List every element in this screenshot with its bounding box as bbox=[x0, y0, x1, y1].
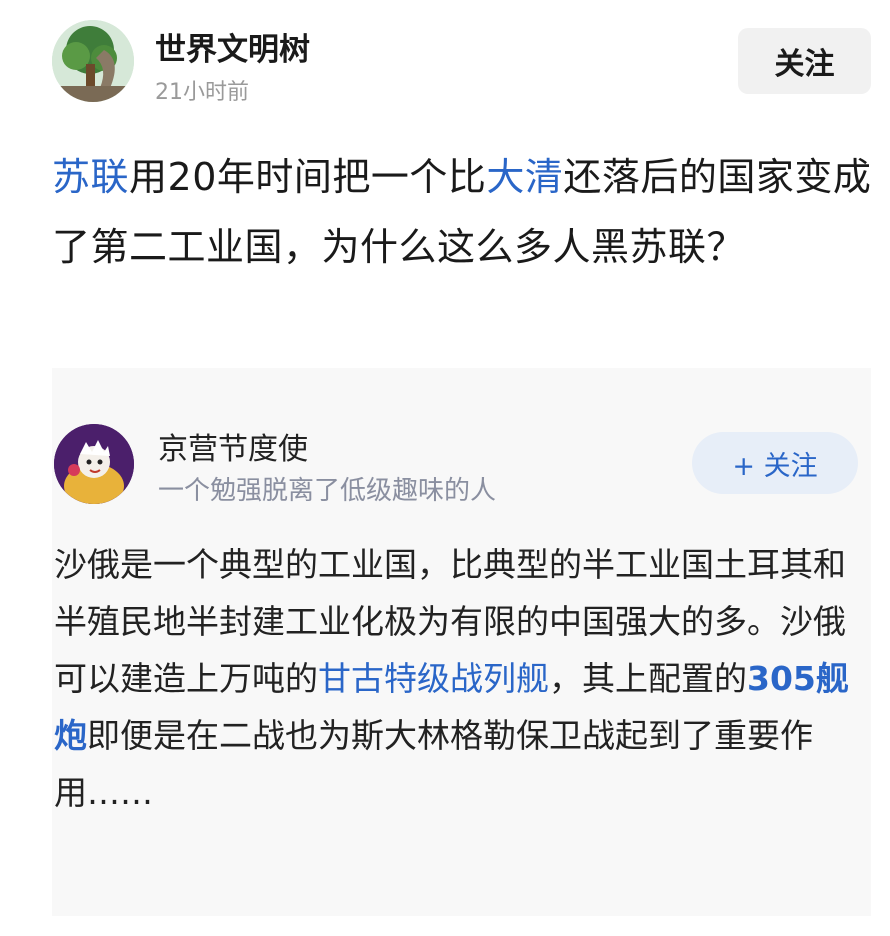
question-title[interactable]: 苏联用20年时间把一个比大清还落后的国家变成了第二工业国，为什么这么多人黑苏联？ bbox=[52, 142, 872, 282]
tree-avatar-icon[interactable] bbox=[52, 20, 134, 102]
cartoon-avatar-icon[interactable] bbox=[54, 424, 134, 504]
answer-body-2: ，其上配置的 bbox=[549, 659, 747, 698]
follow-button[interactable]: 关注 bbox=[738, 28, 871, 94]
answer-card[interactable]: 京营节度使 一个勉强脱离了低级趣味的人 + 关注 沙俄是一个典型的工业国，比典型… bbox=[52, 368, 871, 916]
title-text: 用20年时间把一个比 bbox=[129, 155, 487, 199]
answer-link-battleship[interactable]: 甘古特级战列舰 bbox=[318, 659, 549, 698]
answer-body-3: 即便是在二战也为斯大林格勒保卫战起到了重要作用…… bbox=[54, 716, 813, 812]
title-link-qing[interactable]: 大清 bbox=[486, 155, 563, 199]
title-link-soviet[interactable]: 苏联 bbox=[52, 155, 129, 199]
author-name[interactable]: 世界文明树 bbox=[155, 24, 310, 69]
follow-answerer-button[interactable]: + 关注 bbox=[692, 432, 858, 494]
post-time: 21小时前 bbox=[155, 80, 249, 105]
answer-author[interactable]: 京营节度使 bbox=[158, 424, 308, 468]
post-header: 世界文明树 21小时前 关注 bbox=[0, 0, 890, 120]
answer-text[interactable]: 沙俄是一个典型的工业国，比典型的半工业国土耳其和半殖民地半封建工业化极为有限的中… bbox=[54, 536, 874, 821]
answer-author-bio: 一个勉强脱离了低级趣味的人 bbox=[158, 476, 497, 506]
